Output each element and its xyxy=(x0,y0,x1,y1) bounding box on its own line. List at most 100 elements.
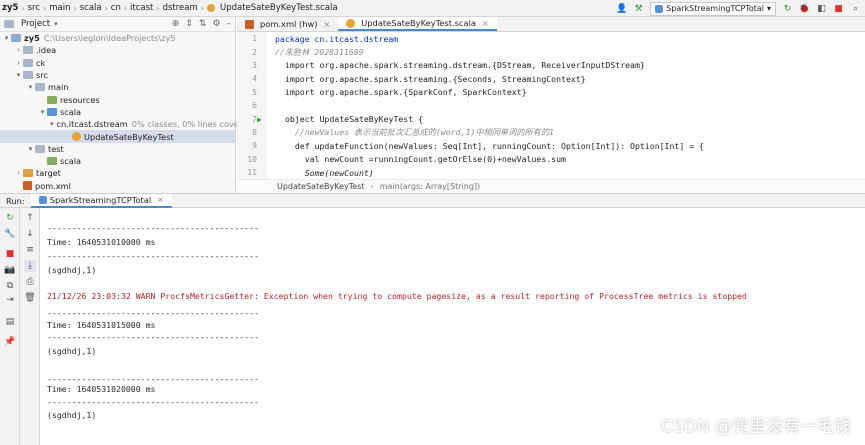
code-line: 10 val newCount =runningCount.getOrElse(… xyxy=(237,153,865,166)
run-configuration-dropdown[interactable]: SparkStreamingTCPTotal ▾ xyxy=(650,1,776,16)
debug-icon[interactable]: 🐞 xyxy=(799,3,810,14)
watermark: CSDN @兜里没有一毛钱 xyxy=(661,417,851,437)
tree-item-zy5[interactable]: ▾ zy5 C:\Users\leglon\IdeaProjects\zy5 xyxy=(0,32,235,44)
code-text: def updateFunction(newValues: Seq[Int], … xyxy=(285,140,704,151)
tree-item-test[interactable]: ▾ test xyxy=(0,143,235,155)
search-icon[interactable]: ⌕ xyxy=(850,3,861,14)
collapse-all-icon[interactable]: ⇕ xyxy=(185,19,193,29)
stop-icon[interactable]: ■ xyxy=(4,248,16,260)
exit-icon[interactable]: ⇥ xyxy=(4,294,16,306)
breadcrumb-item[interactable]: src xyxy=(28,3,40,13)
arrow-down-icon[interactable]: ↓ xyxy=(24,228,36,240)
close-icon[interactable]: × xyxy=(324,20,331,29)
chevron-right-icon: › xyxy=(156,3,160,13)
tab-update-sate-by-key-test[interactable]: UpdateSateByKeyTest.scala × xyxy=(338,17,497,31)
tree-item-resources[interactable]: resources xyxy=(0,93,235,105)
run-gutter-icon[interactable]: ▶ xyxy=(257,115,267,124)
application-icon xyxy=(655,4,664,13)
tree-item-update-sate-by-key-test[interactable]: UpdateSateByKeyTest xyxy=(0,130,235,143)
run-tab-spark-streaming[interactable]: SparkStreamingTCPTotal × xyxy=(30,193,172,208)
run-toolbar-primary: ↻ 🔧 ■ 📷 ⧉ ⇥ ▤ 📌 xyxy=(0,208,20,445)
breadcrumb-item[interactable]: main xyxy=(49,3,70,13)
breadcrumb-item[interactable]: UpdateSateByKeyTest.scala xyxy=(220,3,338,13)
arrow-up-icon[interactable]: ↑ xyxy=(24,212,36,224)
tab-pom-xml[interactable]: pom.xml (hw) × xyxy=(237,17,338,31)
hammer-icon[interactable]: ⚒ xyxy=(633,3,644,14)
tree-item-pom-xml[interactable]: pom.xml xyxy=(0,180,235,192)
close-icon[interactable]: × xyxy=(482,19,489,28)
run-configuration-label: SparkStreamingTCPTotal xyxy=(666,4,764,13)
chevron-down-icon[interactable]: ▾ xyxy=(50,120,54,128)
trash-icon[interactable]: 🗑 xyxy=(24,292,36,304)
close-icon[interactable]: × xyxy=(157,195,164,204)
project-panel: Project ▾ ⊕ ⇕ ⇅ ⚙ – ▾ zy5 C:\Users\leglo… xyxy=(0,17,252,193)
pin-icon[interactable]: 📌 xyxy=(4,336,16,348)
line-number: 9 xyxy=(252,141,257,151)
breadcrumb-item[interactable]: zy5 xyxy=(2,3,18,13)
layout-icon[interactable]: ▤ xyxy=(4,316,16,328)
scroll-to-end-icon[interactable]: ⤓ xyxy=(24,260,36,272)
tree-item-test-scala[interactable]: scala xyxy=(0,155,235,167)
code-line: 2 //朱胜林 2028311689 xyxy=(237,45,865,58)
breadcrumb-item[interactable]: dstream xyxy=(163,3,198,13)
code-comment: //朱胜林 2028311689 xyxy=(275,47,364,58)
project-panel-title[interactable]: Project xyxy=(21,19,50,29)
expand-all-icon[interactable]: ⇅ xyxy=(199,19,207,29)
breadcrumb-item[interactable]: itcast xyxy=(130,3,153,13)
editor-breadcrumb-item[interactable]: main(args: Array[String]) xyxy=(380,182,480,191)
chevron-down-icon[interactable]: ▾ xyxy=(38,108,47,116)
console-output[interactable]: ----------------------------------------… xyxy=(41,208,865,445)
editor-breadcrumb-item[interactable]: UpdateSateByKeyTest xyxy=(277,182,365,191)
chevron-right-icon[interactable]: › xyxy=(14,59,23,67)
code-line: 1 package cn.itcast.dstream xyxy=(237,32,865,45)
project-panel-tools: ⊕ ⇕ ⇅ ⚙ – xyxy=(172,19,231,29)
chevron-right-icon[interactable]: › xyxy=(14,169,23,177)
code-editor: pom.xml (hw) × UpdateSateByKeyTest.scala… xyxy=(237,17,865,193)
tree-item-target[interactable]: › target xyxy=(0,167,235,179)
resources-folder-icon xyxy=(47,95,57,104)
tree-item-ck[interactable]: › ck xyxy=(0,57,235,69)
chevron-down-icon[interactable]: ▾ xyxy=(54,20,58,28)
line-number: 7 xyxy=(252,114,257,124)
breadcrumb-item[interactable]: cn xyxy=(111,3,121,13)
rerun-icon[interactable]: ↻ xyxy=(782,3,793,14)
minimize-icon[interactable]: – xyxy=(227,19,232,29)
stop-icon[interactable]: ■ xyxy=(833,3,844,14)
code-text: val newCount =runningCount.getOrElse(0)+… xyxy=(285,154,566,165)
tree-item-package[interactable]: ▾ cn.itcast.dstream 0% classes, 0% lines… xyxy=(0,118,252,130)
rerun-icon[interactable]: ↻ xyxy=(4,212,16,224)
scala-file-icon xyxy=(346,18,356,28)
breadcrumb-item[interactable]: scala xyxy=(80,3,102,13)
code-line: 9 def updateFunction(newValues: Seq[Int]… xyxy=(237,139,865,152)
tree-item-idea[interactable]: › .idea xyxy=(0,44,235,56)
user-icon[interactable]: 👤 xyxy=(616,3,627,14)
chevron-down-icon[interactable]: ▾ xyxy=(26,145,35,153)
tree-item-label: src xyxy=(36,70,48,81)
print-icon[interactable]: ⎙ xyxy=(24,276,36,288)
locate-icon[interactable]: ⊕ xyxy=(172,19,180,29)
tree-item-src[interactable]: ▾ src xyxy=(0,69,235,81)
soft-wrap-icon[interactable]: ≡ xyxy=(24,244,36,256)
chevron-down-icon: ▾ xyxy=(766,4,771,13)
wrench-icon[interactable]: 🔧 xyxy=(4,228,16,240)
camera-icon[interactable]: 📷 xyxy=(4,264,16,276)
coverage-icon[interactable]: ◧ xyxy=(816,3,827,14)
module-folder-icon xyxy=(11,34,21,43)
chevron-down-icon[interactable]: ▾ xyxy=(14,71,23,79)
tab-label: pom.xml (hw) xyxy=(260,19,318,29)
console-line: (sgdhdj,1) xyxy=(47,265,97,275)
restore-layout-icon[interactable]: ⧉ xyxy=(4,280,16,292)
code-area[interactable]: 1 package cn.itcast.dstream 2 //朱胜林 2028… xyxy=(237,32,865,179)
code-comment: //newValues 表示当前批次汇总成的(word,1)中相同单词的所有的1 xyxy=(285,127,554,138)
chevron-right-icon: › xyxy=(104,3,108,13)
console-line: Time: 1640531020000 ms xyxy=(47,384,156,394)
tree-item-main[interactable]: ▾ main xyxy=(0,81,235,93)
tree-item-scala[interactable]: ▾ scala xyxy=(0,106,235,118)
line-number: 4 xyxy=(252,74,257,84)
chevron-right-icon[interactable]: › xyxy=(14,46,23,54)
chevron-down-icon[interactable]: ▾ xyxy=(26,83,35,91)
gear-icon[interactable]: ⚙ xyxy=(212,19,220,29)
tree-item-label: scala xyxy=(60,156,82,167)
code-line: 5 import org.apache.spark.{SparkConf, Sp… xyxy=(237,86,865,99)
chevron-down-icon[interactable]: ▾ xyxy=(2,34,11,42)
